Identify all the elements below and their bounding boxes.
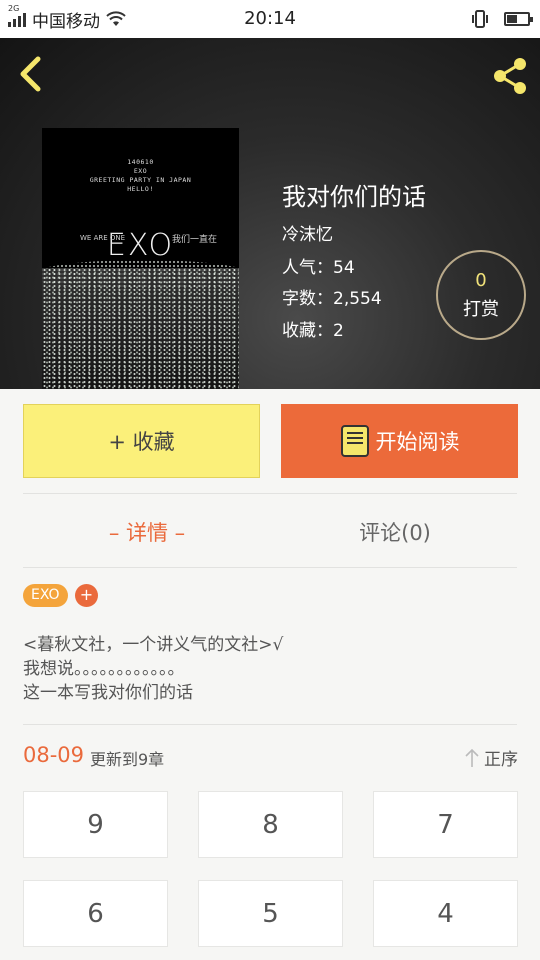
chapter-button[interactable]: 7 xyxy=(373,791,518,858)
update-date: 08-09 xyxy=(23,743,85,767)
description-line: 我想说。。。。。。。。。。。。 xyxy=(23,659,185,679)
cover-slogan-en: WE ARE ONE xyxy=(80,234,126,242)
divider xyxy=(23,567,517,568)
read-label: 开始阅读 xyxy=(375,430,460,454)
chapter-button[interactable]: 8 xyxy=(198,791,343,858)
favorite-label: + 收藏 xyxy=(108,430,175,454)
popularity-stat: 人气：54 xyxy=(282,258,355,278)
status-bar: 2G 中国移动 20:14 xyxy=(0,0,540,38)
tag-chip[interactable]: EXO xyxy=(23,584,68,607)
tip-label: 打赏 xyxy=(463,298,499,320)
chapter-button[interactable]: 9 xyxy=(23,791,168,858)
tip-count: 0 xyxy=(475,269,487,291)
start-reading-button[interactable]: 开始阅读 xyxy=(281,404,518,478)
share-icon[interactable] xyxy=(488,54,532,98)
chapter-button[interactable]: 5 xyxy=(198,880,343,947)
back-icon[interactable] xyxy=(12,54,48,94)
description-line: <暮秋文社，一个讲义气的文社>√ xyxy=(23,635,284,655)
word-count-stat: 字数：2,554 xyxy=(282,289,382,309)
book-header: 140610 EXO GREETING PARTY IN JAPAN HELLO… xyxy=(0,38,540,389)
cover-crowd xyxy=(42,268,239,389)
book-cover[interactable]: 140610 EXO GREETING PARTY IN JAPAN HELLO… xyxy=(42,128,239,389)
clock: 20:14 xyxy=(244,8,296,29)
cover-caption: 140610 EXO GREETING PARTY IN JAPAN HELLO… xyxy=(89,158,192,193)
tip-button[interactable]: 0 打赏 xyxy=(436,250,526,340)
status-right xyxy=(470,0,533,38)
book-title: 我对你们的话 xyxy=(282,183,426,211)
divider xyxy=(23,493,517,494)
arrow-up-icon xyxy=(465,748,479,767)
update-status: 更新到9章 xyxy=(90,750,165,769)
tab-comments[interactable]: 评论(0) xyxy=(265,500,525,566)
book-icon xyxy=(340,425,369,457)
tab-detail[interactable]: – 详情 – xyxy=(17,500,277,566)
sort-order-button[interactable]: 正序 xyxy=(464,745,518,770)
cover-slogan-cn: 我们一直在 xyxy=(172,235,218,245)
book-description: <暮秋文社，一个讲义气的文社>√ 我想说。。。。。。。。。。。。 这一本写我对你… xyxy=(23,633,283,705)
divider xyxy=(23,724,517,725)
chapter-button[interactable]: 6 xyxy=(23,880,168,947)
add-tag-button[interactable]: + xyxy=(75,584,98,607)
favorites-stat: 收藏：2 xyxy=(282,321,344,341)
chapter-button[interactable]: 4 xyxy=(373,880,518,947)
add-to-favorites-button[interactable]: + 收藏 xyxy=(23,404,260,478)
vibrate-icon xyxy=(472,10,488,28)
description-line: 这一本写我对你们的话 xyxy=(23,683,193,703)
book-author[interactable]: 冷沫忆 xyxy=(282,220,333,245)
battery-icon xyxy=(504,12,533,26)
sort-label: 正序 xyxy=(484,750,518,770)
